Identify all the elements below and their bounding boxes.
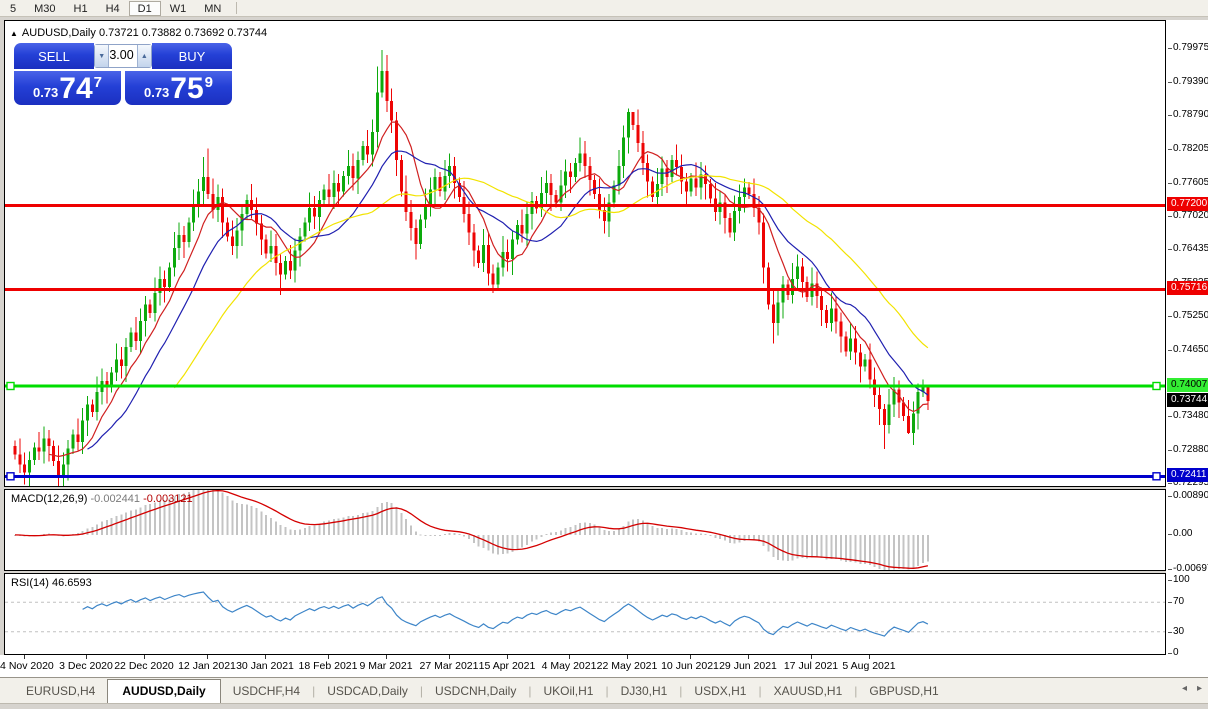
rsi-label: RSI(14) 46.6593 — [11, 577, 92, 589]
tab-eurusd-h4[interactable]: EURUSD,H4 — [14, 680, 107, 703]
symbol-tab-bar: EURUSD,H4 AUDUSD,Daily USDCHF,H4 | USDCAD,Da… — [0, 677, 1208, 704]
tab-ukoil-h1[interactable]: UKOil,H1 — [531, 680, 605, 703]
price-axis-label: 0.78790 — [1168, 109, 1208, 121]
hline-handle[interactable] — [6, 381, 15, 391]
volume-stepper[interactable]: ▼ 3.00 ▲ — [94, 44, 152, 68]
hline-handle[interactable] — [6, 472, 15, 481]
date-tick-mark — [86, 655, 87, 659]
tab-gbpusd-h1[interactable]: GBPUSD,H1 — [857, 680, 950, 703]
buy-price-big: 75 — [170, 72, 204, 105]
tf-button-m30[interactable]: M30 — [25, 1, 64, 16]
tab-usdchf-h4[interactable]: USDCHF,H4 — [221, 680, 312, 703]
volume-increase-icon[interactable]: ▲ — [136, 45, 151, 67]
date-axis: 14 Nov 2020 3 Dec 2020 22 Dec 2020 12 Jan 2… — [0, 655, 1208, 677]
one-click-trading-widget: SELL ▼ 3.00 ▲ BUY 0.73 74 7 0.73 75 9 — [14, 43, 232, 105]
hline-price-badge: 0.72411 — [1167, 468, 1208, 482]
macd-signal-value: -0.003121 — [143, 493, 193, 505]
macd-indicator-panel[interactable]: MACD(12,26,9) -0.002441 -0.003121 — [4, 489, 1166, 571]
sell-price-display[interactable]: 0.73 74 7 — [14, 71, 121, 105]
toolbar-separator — [236, 2, 238, 14]
symbol-name: AUDUSD,Daily — [21, 27, 96, 39]
chart-symbol-title: ▲ AUDUSD,Daily 0.73721 0.73882 0.73692 0.… — [10, 27, 267, 39]
buy-price-display[interactable]: 0.73 75 9 — [125, 71, 232, 105]
hline-price-badge: 0.75716 — [1167, 281, 1208, 295]
sell-price-small: 0.73 — [32, 85, 59, 100]
price-axis-label: 0.72880 — [1168, 444, 1208, 456]
tf-button-h1[interactable]: H1 — [65, 1, 97, 16]
hline-handle[interactable] — [1152, 381, 1161, 391]
tab-usdcnh-daily[interactable]: USDCNH,Daily — [423, 680, 528, 703]
date-tick-mark — [627, 655, 628, 659]
sell-price-big: 74 — [59, 72, 93, 105]
tf-button-w1[interactable]: W1 — [161, 1, 196, 16]
trading-platform-window: 5 M30 H1 H4 D1 W1 MN ▲ AUDUSD,Daily 0.73721 0.7… — [0, 0, 1208, 709]
buy-price-small: 0.73 — [143, 85, 170, 100]
tab-scroll-left-icon[interactable]: ◂ — [1182, 683, 1187, 694]
timeframe-toolbar: 5 M30 H1 H4 D1 W1 MN — [0, 0, 1208, 17]
date-tick-mark — [265, 655, 266, 659]
tab-scroll-controls: ◂ ▸ — [1182, 683, 1202, 694]
date-tick-mark — [328, 655, 329, 659]
price-axis-label: 0.77605 — [1168, 177, 1208, 189]
sell-price-sup: 7 — [93, 74, 103, 91]
rsi-axis-label: 70 — [1168, 596, 1184, 608]
date-tick-mark — [748, 655, 749, 659]
tf-button-5[interactable]: 5 — [1, 1, 25, 16]
date-tick-mark — [449, 655, 450, 659]
date-tick-mark — [507, 655, 508, 659]
tf-button-mn[interactable]: MN — [195, 1, 230, 16]
rsi-chart — [5, 591, 1165, 637]
tab-usdcad-daily[interactable]: USDCAD,Daily — [315, 680, 420, 703]
macd-label: MACD(12,26,9) -0.002441 -0.003121 — [11, 493, 193, 505]
date-tick-mark — [386, 655, 387, 659]
tab-dj30-h1[interactable]: DJ30,H1 — [609, 680, 680, 703]
tab-xauusd-h1[interactable]: XAUUSD,H1 — [762, 680, 855, 703]
price-axis-label: 0.76435 — [1168, 243, 1208, 255]
date-tick-mark — [24, 655, 25, 659]
price-axis-label: 0.79975 — [1168, 42, 1208, 54]
tf-button-d1[interactable]: D1 — [128, 0, 161, 16]
hline-handle[interactable] — [1152, 472, 1161, 481]
tab-usdx-h1[interactable]: USDX,H1 — [682, 680, 758, 703]
rsi-indicator-panel[interactable]: RSI(14) 46.6593 — [4, 573, 1166, 655]
price-axis-label: 0.75250 — [1168, 310, 1208, 322]
volume-input[interactable]: 3.00 — [109, 45, 136, 67]
tab-scroll-right-icon[interactable]: ▸ — [1197, 683, 1202, 694]
macd-value: -0.002441 — [90, 493, 141, 505]
macd-axis-label: 0.008903 — [1168, 490, 1208, 502]
current-price-badge: 0.73744 — [1167, 393, 1208, 407]
price-axis-label: 0.79390 — [1168, 76, 1208, 88]
price-axis-label: 0.77020 — [1168, 210, 1208, 222]
buy-price-sup: 9 — [204, 74, 214, 91]
volume-decrease-icon[interactable]: ▼ — [95, 45, 110, 67]
hline-price-badge: 0.77200 — [1167, 197, 1208, 211]
rsi-axis-label: 30 — [1168, 626, 1184, 638]
price-axis-label: 0.78205 — [1168, 143, 1208, 155]
date-tick-mark — [869, 655, 870, 659]
window-bottom-edge — [0, 703, 1208, 709]
date-tick-mark — [207, 655, 208, 659]
symbol-ohlc-values: 0.73721 0.73882 0.73692 0.73744 — [98, 27, 268, 39]
tab-audusd-daily[interactable]: AUDUSD,Daily — [107, 679, 221, 704]
date-tick-mark — [690, 655, 691, 659]
trade-prices-row: 0.73 74 7 0.73 75 9 — [14, 71, 232, 105]
sell-button[interactable]: SELL — [14, 43, 94, 69]
tf-button-h4[interactable]: H4 — [97, 1, 129, 16]
price-axis: 0.79975 0.79390 0.78790 0.78205 0.77605 0.770… — [1166, 20, 1208, 658]
date-tick-mark — [569, 655, 570, 659]
price-axis-label: 0.74650 — [1168, 344, 1208, 356]
hline-price-badge: 0.74007 — [1167, 378, 1208, 392]
trade-buttons-row: SELL ▼ 3.00 ▲ BUY — [14, 43, 232, 69]
date-tick-mark — [811, 655, 812, 659]
price-axis-label: 0.73480 — [1168, 410, 1208, 422]
macd-axis-label: 0.00 — [1168, 528, 1192, 540]
date-axis-label: 5 Aug 2021 — [842, 660, 896, 672]
buy-button[interactable]: BUY — [152, 43, 232, 69]
rsi-axis-label: 100 — [1168, 574, 1190, 586]
rsi-value: 46.6593 — [51, 577, 92, 589]
collapse-quote-icon[interactable]: ▲ — [10, 29, 18, 38]
date-tick-mark — [144, 655, 145, 659]
